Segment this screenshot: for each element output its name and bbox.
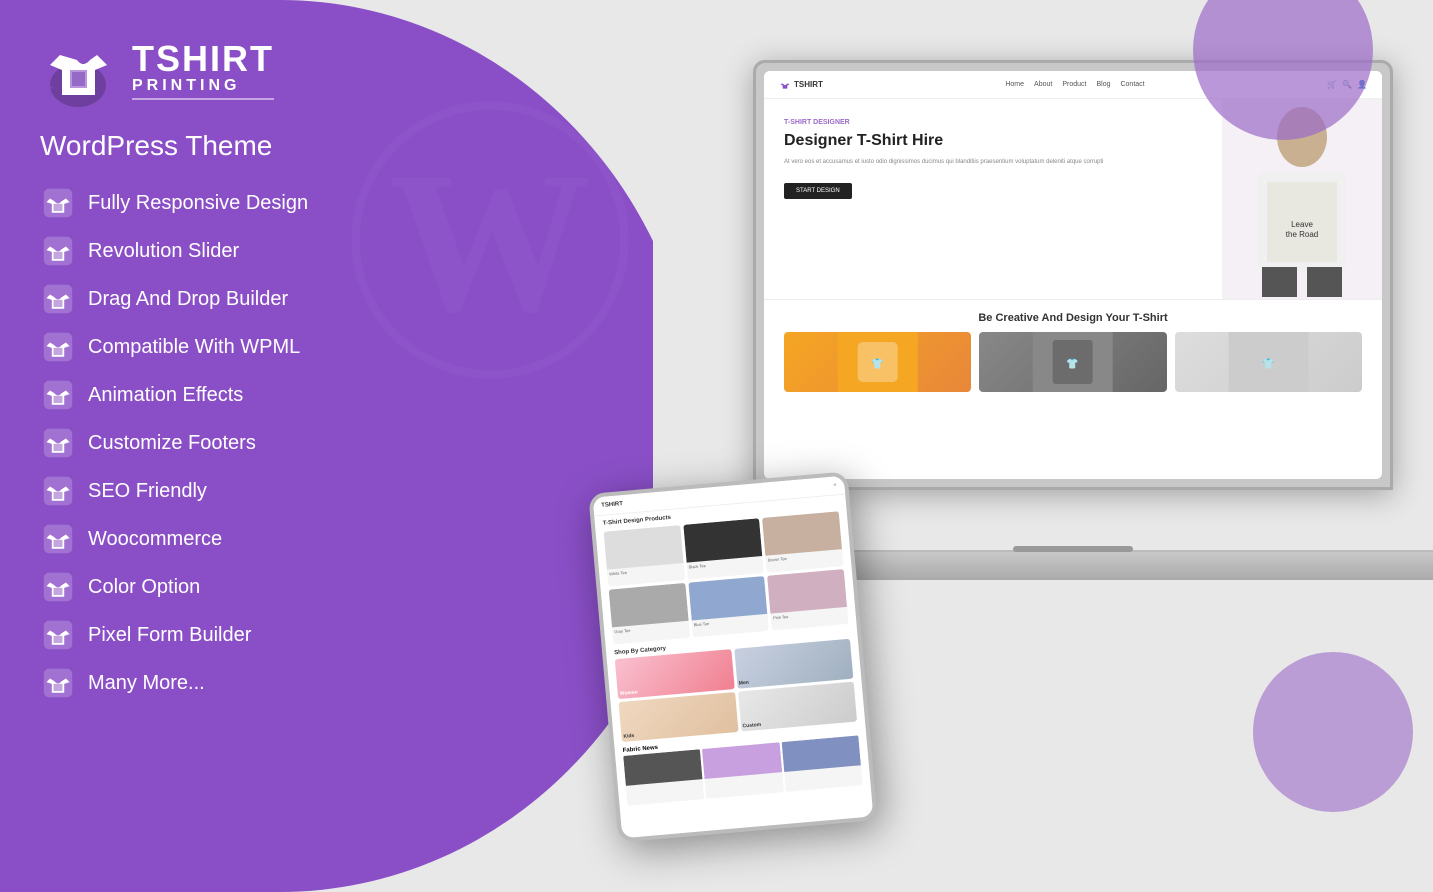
logo-underline bbox=[132, 98, 274, 100]
feature-item-footers: Customize Footers bbox=[40, 420, 440, 466]
tablet-product-3: Brown Tee bbox=[762, 511, 843, 572]
website-section-title: Be Creative And Design Your T-Shirt bbox=[784, 312, 1362, 324]
tablet-news-img-1 bbox=[623, 749, 703, 786]
logo-icon bbox=[40, 30, 120, 110]
svg-text:Leave: Leave bbox=[1291, 220, 1313, 229]
feature-item-animation: Animation Effects bbox=[40, 372, 440, 418]
feature-text-woocommerce: Woocommerce bbox=[88, 528, 222, 551]
nav-link-product: Product bbox=[1062, 81, 1086, 88]
logo-subtitle: PRINTING bbox=[132, 77, 274, 95]
tablet-category-grid: Women Men Kids Custom bbox=[615, 639, 857, 742]
feature-item-revolution: Revolution Slider bbox=[40, 228, 440, 274]
tablet-category-1: Women bbox=[615, 649, 735, 699]
website-hero-btn: START DESIGN bbox=[784, 183, 852, 199]
tablet-cat-label-2: Men bbox=[736, 678, 751, 689]
logo-title: TSHIRT bbox=[132, 41, 274, 77]
feature-text-pixel: Pixel Form Builder bbox=[88, 624, 251, 647]
feature-text-wpml: Compatible With WPML bbox=[88, 336, 300, 359]
feature-item-pixel: Pixel Form Builder bbox=[40, 612, 440, 658]
tablet-product-5: Blue Tee bbox=[688, 576, 769, 637]
website-nav-links: Home About Product Blog Contact bbox=[1005, 81, 1144, 88]
feature-text-more: Many More... bbox=[88, 672, 205, 695]
feature-item-wpml: Compatible With WPML bbox=[40, 324, 440, 370]
tshirt-icon-drag-drop bbox=[40, 281, 76, 317]
theme-label: WordPress Theme bbox=[40, 130, 440, 162]
tshirt-icon-responsive bbox=[40, 185, 76, 221]
laptop-hinge bbox=[1013, 546, 1133, 552]
tablet-outer: TSHIRT ≡ T-Shirt Design Products White T… bbox=[588, 471, 878, 842]
website-hero-text: T-SHIRT DESIGNER Designer T-Shirt Hire A… bbox=[764, 99, 1222, 299]
feature-item-responsive: Fully Responsive Design bbox=[40, 180, 440, 226]
product-card-3: 👕 bbox=[1175, 332, 1362, 392]
svg-text:👕: 👕 bbox=[1067, 358, 1079, 370]
tablet-cat-label-3: Kids bbox=[621, 731, 637, 742]
tshirt-icon-more bbox=[40, 665, 76, 701]
right-panel: TSHIRT Home About Product Blog Contact 🛒… bbox=[633, 0, 1433, 892]
tablet-news-3 bbox=[781, 735, 862, 792]
tablet-product-6: Pink Tee bbox=[767, 569, 848, 630]
tablet-product-1: White Tee bbox=[604, 525, 685, 586]
tablet-cat-label-1: Women bbox=[617, 687, 640, 699]
tablet-cat-label-4: Custom bbox=[740, 720, 763, 732]
nav-link-about: About bbox=[1034, 81, 1052, 88]
feature-item-drag-drop: Drag And Drop Builder bbox=[40, 276, 440, 322]
tablet-product-4: Gray Tee bbox=[609, 583, 690, 644]
tablet-mockup: TSHIRT ≡ T-Shirt Design Products White T… bbox=[603, 482, 863, 832]
tshirt-icon-revolution bbox=[40, 233, 76, 269]
tshirt-icon-animation bbox=[40, 377, 76, 413]
website-hero-title: Designer T-Shirt Hire bbox=[784, 131, 1202, 150]
website-product-grid: 👕 👕 bbox=[784, 332, 1362, 392]
logo-text: TSHIRT PRINTING bbox=[132, 41, 274, 100]
website-hero-desc: At vero eos et accusamus et iusto odio d… bbox=[784, 158, 1202, 166]
feature-text-revolution: Revolution Slider bbox=[88, 240, 239, 263]
nav-logo-text: TSHIRT bbox=[794, 80, 823, 89]
tshirt-icon-color bbox=[40, 569, 76, 605]
tablet-product-grid: White Tee Black Tee Brown Tee Gray Tee bbox=[595, 508, 856, 649]
logo-area: TSHIRT PRINTING bbox=[40, 30, 440, 110]
feature-item-seo: SEO Friendly bbox=[40, 468, 440, 514]
website-products-section: Be Creative And Design Your T-Shirt 👕 bbox=[764, 299, 1382, 404]
tablet-category-4: Custom bbox=[738, 682, 858, 732]
feature-item-more: Many More... bbox=[40, 660, 440, 706]
svg-text:👕: 👕 bbox=[871, 358, 883, 370]
tablet-category-3: Kids bbox=[618, 692, 738, 742]
purple-circle-bottom bbox=[1253, 652, 1413, 812]
tablet-product-2: Black Tee bbox=[683, 518, 764, 579]
tablet-news-2 bbox=[702, 742, 783, 799]
feature-text-seo: SEO Friendly bbox=[88, 480, 207, 503]
tablet-news-1 bbox=[623, 749, 704, 806]
nav-link-home: Home bbox=[1005, 81, 1024, 88]
svg-text:the Road: the Road bbox=[1286, 230, 1318, 239]
feature-text-drag-drop: Drag And Drop Builder bbox=[88, 288, 288, 311]
nav-link-contact: Contact bbox=[1120, 81, 1144, 88]
feature-item-color: Color Option bbox=[40, 564, 440, 610]
tshirt-icon-footers bbox=[40, 425, 76, 461]
website-nav-logo: TSHIRT bbox=[779, 79, 823, 91]
tshirt-icon-pixel bbox=[40, 617, 76, 653]
tshirt-icon-wpml bbox=[40, 329, 76, 365]
tshirt-icon-woocommerce bbox=[40, 521, 76, 557]
left-panel: TSHIRT PRINTING WordPress Theme Fully Re… bbox=[0, 0, 480, 892]
tablet-nav-logo: TSHIRT bbox=[601, 501, 623, 509]
features-list: Fully Responsive Design Revolution Slide… bbox=[40, 180, 440, 706]
feature-text-footers: Customize Footers bbox=[88, 432, 256, 455]
feature-item-woocommerce: Woocommerce bbox=[40, 516, 440, 562]
feature-text-animation: Animation Effects bbox=[88, 384, 243, 407]
nav-link-blog: Blog bbox=[1096, 81, 1110, 88]
feature-text-responsive: Fully Responsive Design bbox=[88, 192, 308, 215]
svg-text:👕: 👕 bbox=[1262, 358, 1274, 370]
tablet-category-2: Men bbox=[734, 639, 854, 689]
product-card-1: 👕 bbox=[784, 332, 971, 392]
tablet-news-img-2 bbox=[702, 742, 782, 779]
tablet-news-img-3 bbox=[781, 735, 861, 772]
tablet-screen: TSHIRT ≡ T-Shirt Design Products White T… bbox=[593, 476, 874, 839]
website-hero-label: T-SHIRT DESIGNER bbox=[784, 119, 1202, 126]
tshirt-icon-seo bbox=[40, 473, 76, 509]
product-card-2: 👕 bbox=[979, 332, 1166, 392]
tablet-nav-menu: ≡ bbox=[833, 482, 836, 488]
feature-text-color: Color Option bbox=[88, 576, 200, 599]
